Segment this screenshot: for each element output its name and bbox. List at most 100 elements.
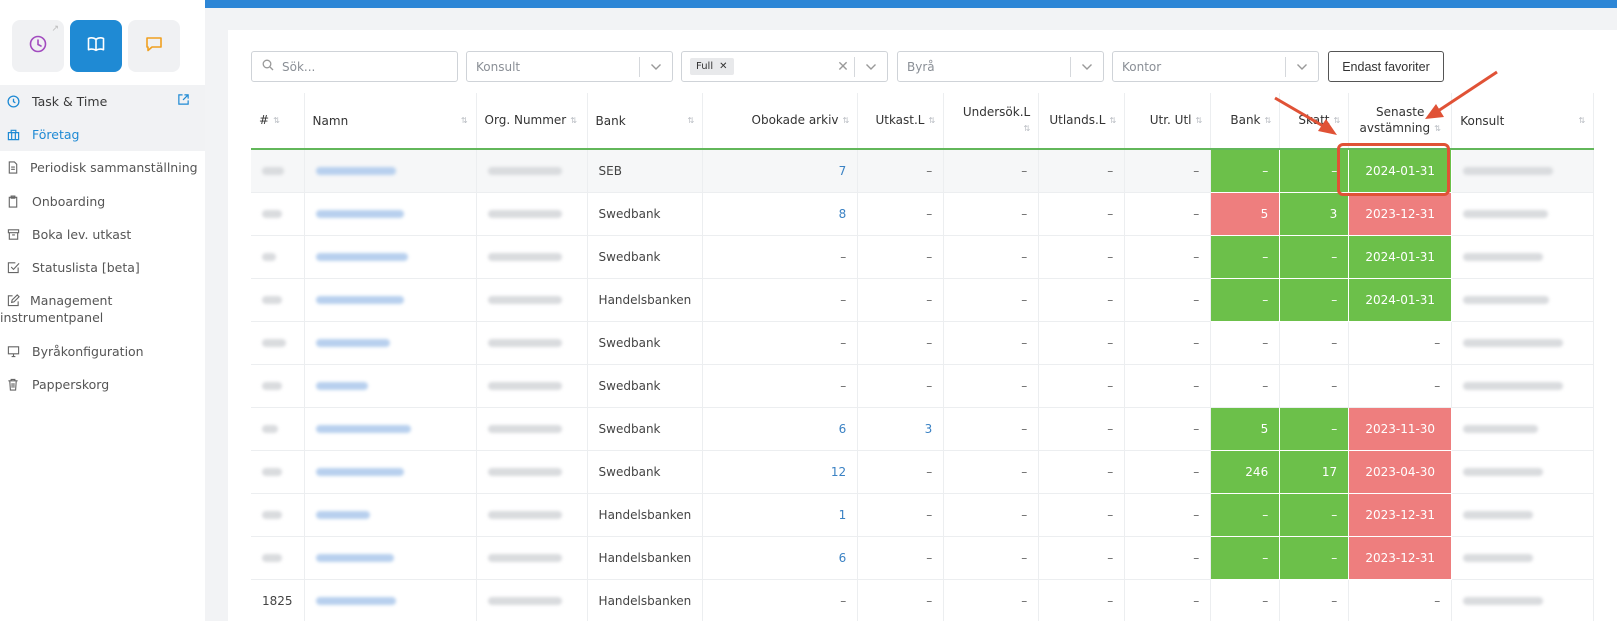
table-row[interactable]: Swedbank – – – – – – – – [251,321,1595,365]
table-row[interactable]: Swedbank 8– – – –5 3 2023-12-31 [251,192,1595,236]
sidebar-item-periodisk[interactable]: Periodisk sammanställning [0,151,205,185]
sort-icon[interactable]: ⇅ [688,113,695,129]
table-row[interactable]: Swedbank 12– – – –246 17 2023-04-30 [251,450,1595,494]
sidebar-item-onboarding[interactable]: Onboarding [0,185,205,218]
org-number [476,579,588,621]
col-header-bank[interactable]: Bank ⇅ [587,93,704,150]
col-header-num[interactable]: # ⇅ [251,93,305,150]
obokade-arkiv-value[interactable]: 12 [702,450,859,494]
sidebar-item-byrakonfiguration[interactable]: Byråkonfiguration [0,335,205,368]
bank-status-cell: – [1210,149,1281,193]
konsult-cell [1451,192,1595,236]
chevron-down-icon[interactable] [1071,63,1103,71]
obokade-arkiv-value[interactable]: 6 [702,536,859,580]
table-row[interactable]: Swedbank – – – – – – –2024-01-31 [251,235,1595,279]
company-name-link[interactable] [304,493,477,537]
table-row[interactable]: Handelsbanken 1– – – – – –2023-12-31 [251,493,1595,537]
company-name-link[interactable] [304,364,477,408]
table-row[interactable]: Handelsbanken – – – – – – –2024-01-31 [251,278,1595,322]
chat-mode-button[interactable] [128,20,180,72]
company-name-link[interactable] [304,579,477,621]
utkast-value: – [857,536,945,580]
time-mode-button[interactable]: ↗ [12,20,64,72]
main-card: Sök... Konsult Full ✕ ✕ Byrå Kontor Enda… [228,30,1617,621]
col-header-bank-status[interactable]: Bank ⇅ [1210,93,1281,150]
company-name-link[interactable] [304,192,477,236]
undersok-value: – [943,407,1040,451]
company-name-link[interactable] [304,235,477,279]
utlands-value: – [1038,536,1126,580]
table-row[interactable]: Swedbank 6 3– – –5–2023-11-30 [251,407,1595,451]
search-field[interactable]: Sök... [251,51,458,82]
col-header-label: # [259,113,270,128]
book-mode-button[interactable] [70,20,122,72]
sort-icon[interactable]: ⇅ [1196,113,1203,129]
kontor-select[interactable]: Kontor [1112,51,1319,82]
company-name-link[interactable] [304,407,477,451]
sidebar-item-statuslista[interactable]: Statuslista [beta] [0,251,205,284]
chip-remove-icon[interactable]: ✕ [719,61,727,72]
col-header-skatt[interactable]: Skatt ⇅ [1279,93,1350,150]
search-input[interactable]: Sök... [282,60,315,74]
sort-icon[interactable]: ⇅ [1024,121,1031,137]
obokade-arkiv-value[interactable]: 8 [702,192,859,236]
full-chip[interactable]: Full ✕ [690,58,734,75]
col-header-utrutl[interactable]: Utr. Utl ⇅ [1124,93,1212,150]
sort-icon[interactable]: ⇅ [570,113,577,129]
col-header-konsult[interactable]: Konsult ⇅ [1451,93,1595,150]
redacted-text [487,382,562,390]
col-header-obokade[interactable]: Obokade arkiv ⇅ [702,93,859,150]
col-header-label: Utkast.L [875,113,925,128]
company-name-link[interactable] [304,149,477,193]
sidebar-item-boka-lev-utkast[interactable]: Boka lev. utkast [0,218,205,251]
company-name-link[interactable] [304,536,477,580]
utr-utl-value: – [1124,493,1212,537]
sort-icon[interactable]: ⇅ [843,113,850,129]
sidebar-item-foretag[interactable]: Företag [0,118,205,151]
table-row[interactable]: 1825 Handelsbanken – – – – – – – – [251,579,1595,621]
sort-icon[interactable]: ⇅ [1434,121,1441,137]
company-name-link[interactable] [304,450,477,494]
byra-select[interactable]: Byrå [897,51,1104,82]
obokade-arkiv-value[interactable]: 6 [702,407,859,451]
redacted-text [1463,511,1534,519]
konsult-select[interactable]: Konsult [466,51,673,82]
col-header-org[interactable]: Org. Nummer ⇅ [476,93,588,150]
company-name-link[interactable] [304,278,477,322]
redacted-text [315,167,396,176]
sort-icon[interactable]: ⇅ [1110,113,1117,129]
sidebar-item-management[interactable]: Management instrumentpanel [0,284,205,335]
sidebar-item-task-time[interactable]: Task & Time [0,85,205,118]
sort-icon[interactable]: ⇅ [461,113,468,129]
obokade-arkiv-value[interactable]: 1 [702,493,859,537]
sidebar-item-papperskorg[interactable]: Papperskorg [0,368,205,401]
table-row[interactable]: Handelsbanken 6– – – – – –2023-12-31 [251,536,1595,580]
full-select[interactable]: Full ✕ ✕ [681,51,888,82]
favorites-only-button[interactable]: Endast favoriter [1328,51,1444,82]
sort-icon[interactable]: ⇅ [1334,113,1341,129]
utkast-value: – [857,278,945,322]
col-header-utkast[interactable]: Utkast.L ⇅ [857,93,945,150]
chevron-down-icon[interactable] [640,63,672,71]
col-header-utlands[interactable]: Utlands.L ⇅ [1038,93,1126,150]
table-row[interactable]: Swedbank – – – – – – – – [251,364,1595,408]
sort-icon[interactable]: ⇅ [929,113,936,129]
sort-icon[interactable]: ⇅ [1579,113,1586,129]
clear-icon[interactable]: ✕ [832,59,854,75]
sort-icon[interactable]: ⇅ [273,113,280,129]
chevron-down-icon[interactable] [1286,63,1318,71]
col-header-senaste[interactable]: Senaste avstämning ⇅ [1348,93,1453,150]
col-header-label: Bank [1230,113,1261,128]
col-header-namn[interactable]: Namn ⇅ [304,93,477,150]
utkast-value[interactable]: 3 [857,407,945,451]
senaste-avstamning-cell: 2023-11-30 [1348,407,1453,451]
utkast-value: – [857,364,945,408]
skatt-status-cell: 17 [1279,450,1350,494]
chevron-down-icon[interactable] [855,63,887,71]
obokade-arkiv-value[interactable]: 7 [702,149,859,193]
company-name-link[interactable] [304,321,477,365]
col-header-undersok[interactable]: Undersök.L⇅ [943,93,1040,150]
redacted-text [487,511,562,519]
external-link-icon[interactable] [177,93,190,110]
sort-icon[interactable]: ⇅ [1265,113,1272,129]
